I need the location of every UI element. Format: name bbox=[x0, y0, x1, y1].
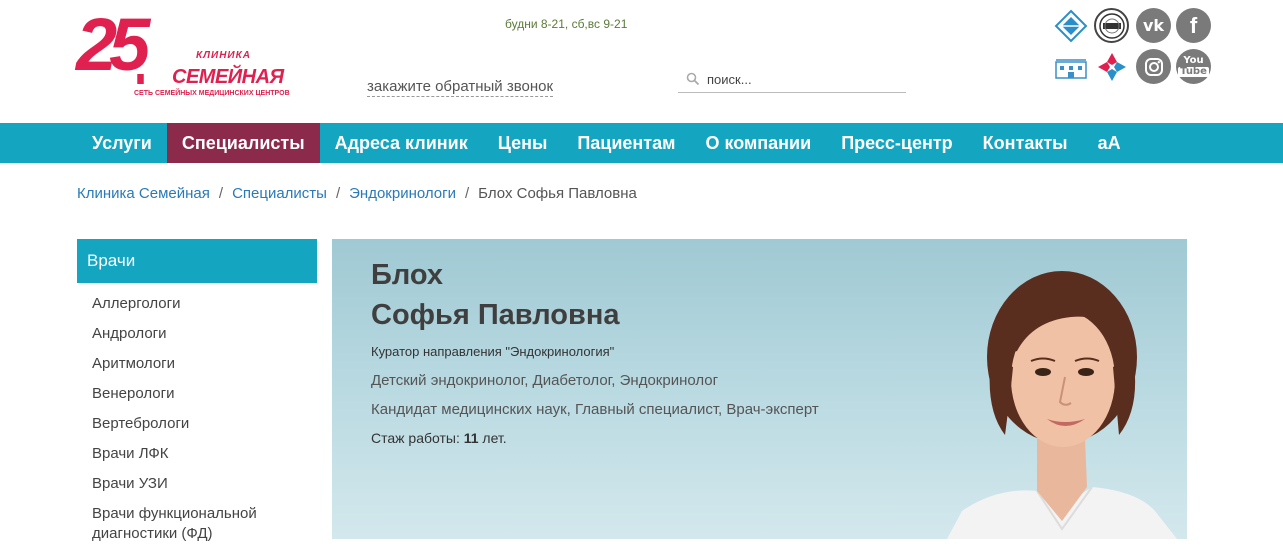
main-navigation: Услуги Специалисты Адреса клиник Цены Па… bbox=[0, 123, 1283, 163]
experience-unit: лет. bbox=[478, 430, 507, 446]
sidebar-item-arrhythmologists[interactable]: Аритмологи bbox=[77, 354, 317, 374]
sidebar-item-functional-diagnostics[interactable]: Врачи функциональной диагностики (ФД) bbox=[77, 504, 317, 544]
sidebar-item-ultrasound-doctors[interactable]: Врачи УЗИ bbox=[77, 474, 317, 494]
nav-item-services[interactable]: Услуги bbox=[77, 123, 167, 163]
callback-request-link[interactable]: закажите обратный звонок bbox=[367, 78, 554, 97]
sidebar-item-venereologists[interactable]: Венерологи bbox=[77, 384, 317, 404]
doctor-name: Блох Софья Павловна bbox=[371, 255, 619, 335]
nav-item-patients[interactable]: Пациентам bbox=[562, 123, 690, 163]
medical-cross-logo-icon[interactable] bbox=[1094, 49, 1129, 84]
doctor-curator-role: Куратор направления "Эндокринология" bbox=[371, 344, 615, 359]
logo-brand-name: СЕМЕЙНАЯ bbox=[172, 66, 284, 88]
nav-item-clinic-addresses[interactable]: Адреса клиник bbox=[320, 123, 483, 163]
search-icon bbox=[686, 72, 700, 86]
font-size-toggle[interactable]: аА bbox=[1083, 123, 1136, 163]
header-badges-and-social: vk f You Tube bbox=[1053, 8, 1213, 88]
instagram-icon[interactable] bbox=[1136, 49, 1171, 84]
clinic-logo[interactable]: 25 КЛИНИКА ııı СЕМЕЙНАЯ СЕТЬ СЕМЕЙНЫХ МЕ… bbox=[76, 8, 290, 100]
breadcrumb-separator: / bbox=[218, 185, 224, 202]
breadcrumb-endocrinologists[interactable]: Эндокринологи bbox=[349, 185, 456, 202]
doctor-last-name: Блох bbox=[371, 259, 444, 291]
sidebar-item-allergologists[interactable]: Аллергологи bbox=[77, 294, 317, 314]
logo-tagline: СЕТЬ СЕМЕЙНЫХ МЕДИЦИНСКИХ ЦЕНТРОВ bbox=[134, 90, 290, 97]
working-hours: будни 8-21, сб,вс 9-21 bbox=[505, 17, 628, 31]
doctors-sidebar: Врачи Аллергологи Андрологи Аритмологи В… bbox=[77, 239, 317, 549]
facebook-icon[interactable]: f bbox=[1176, 8, 1211, 43]
doctor-profile-card: Блох Софья Павловна Куратор направления … bbox=[332, 239, 1187, 539]
vk-icon[interactable]: vk bbox=[1136, 8, 1171, 43]
youtube-icon[interactable]: You Tube bbox=[1176, 49, 1211, 84]
sidebar-item-lfk-doctors[interactable]: Врачи ЛФК bbox=[77, 444, 317, 464]
search-input[interactable] bbox=[707, 71, 887, 87]
youtube-label-top: You bbox=[1183, 55, 1204, 66]
certificate-seal-icon[interactable] bbox=[1094, 8, 1129, 43]
logo-anniversary-number: 25 bbox=[76, 3, 150, 86]
breadcrumb-specialists[interactable]: Специалисты bbox=[232, 185, 327, 202]
search-box[interactable] bbox=[678, 66, 906, 93]
accreditation-diamond-icon[interactable] bbox=[1053, 8, 1088, 43]
youtube-label-bottom: Tube bbox=[1178, 66, 1209, 77]
doctor-photo bbox=[947, 271, 1177, 539]
sidebar-title[interactable]: Врачи bbox=[77, 239, 317, 283]
logo-family-people-icon: ııı bbox=[136, 68, 145, 88]
sidebar-item-andrologists[interactable]: Андрологи bbox=[77, 324, 317, 344]
experience-label: Стаж работы: bbox=[371, 430, 464, 446]
breadcrumb-home[interactable]: Клиника Семейная bbox=[77, 185, 210, 202]
doctor-specialties: Детский эндокринолог, Диабетолог, Эндокр… bbox=[371, 372, 719, 389]
breadcrumb-separator: / bbox=[335, 185, 341, 202]
breadcrumb: Клиника Семейная / Специалисты / Эндокри… bbox=[77, 185, 637, 202]
nav-item-prices[interactable]: Цены bbox=[483, 123, 563, 163]
nav-item-press-center[interactable]: Пресс-центр bbox=[826, 123, 967, 163]
sidebar-item-vertebrologists[interactable]: Вертебрологи bbox=[77, 414, 317, 434]
breadcrumb-separator: / bbox=[465, 185, 470, 202]
nav-item-about[interactable]: О компании bbox=[690, 123, 826, 163]
doctor-experience: Стаж работы: 11 лет. bbox=[371, 430, 507, 446]
nav-item-contacts[interactable]: Контакты bbox=[968, 123, 1083, 163]
doctor-degrees: Кандидат медицинских наук, Главный специ… bbox=[371, 401, 819, 418]
breadcrumb-current: Блох Софья Павловна bbox=[478, 185, 637, 202]
experience-years: 11 bbox=[463, 430, 479, 446]
nav-item-specialists[interactable]: Специалисты bbox=[166, 123, 320, 163]
logo-clinic-word: КЛИНИКА bbox=[196, 50, 251, 61]
hospital-building-icon[interactable] bbox=[1053, 49, 1088, 84]
doctor-first-names: Софья Павловна bbox=[371, 299, 620, 331]
